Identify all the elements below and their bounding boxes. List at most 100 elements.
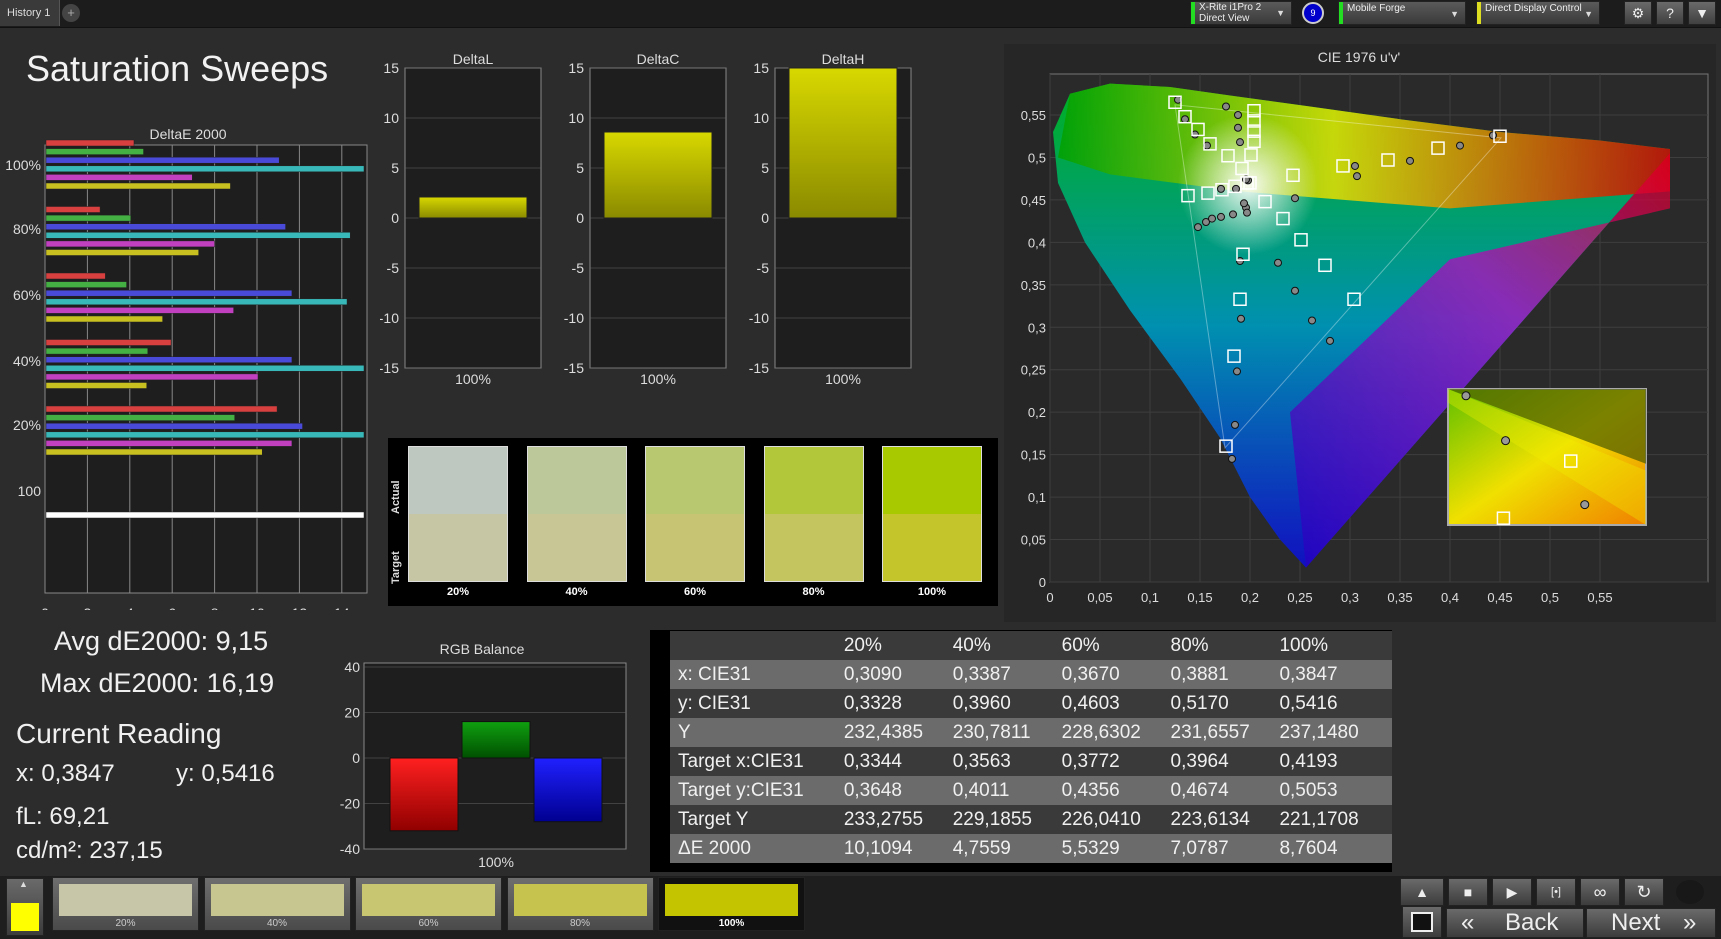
patch-button[interactable]: 100% <box>658 877 805 931</box>
deltae-bar <box>45 307 234 314</box>
next-button[interactable]: Next » <box>1586 908 1716 938</box>
refresh-button[interactable]: ↻ <box>1624 878 1664 906</box>
table-cell: 231,6557 <box>1170 721 1250 743</box>
delta-y-tick: 0 <box>576 210 584 226</box>
swatch-actual <box>883 447 981 514</box>
menu-button[interactable]: ▼ <box>1688 1 1716 25</box>
measured-point <box>1222 102 1230 111</box>
meter-dropdown[interactable]: X-Rite i1Pro 2 Direct View ▼ <box>1190 1 1292 25</box>
patch-button[interactable]: 40% <box>203 877 351 931</box>
deltae-x-tick: 0 <box>41 605 49 610</box>
swatch-actual <box>527 447 626 514</box>
deltae-bar <box>45 139 135 147</box>
deltae-group-label: 40% <box>13 353 41 369</box>
current-x: x: 0,3847 <box>16 760 115 787</box>
inset-measured-point <box>1580 500 1590 510</box>
rgb-balance-title: RGB Balance <box>440 641 525 657</box>
profile-dropdown[interactable]: Mobile Forge ▼ <box>1338 1 1466 25</box>
deltae-x-tick: 12 <box>292 605 308 610</box>
stop-square-icon <box>1411 912 1433 932</box>
deltae-bar <box>45 281 127 288</box>
table-cell: 0,3563 <box>952 750 1011 772</box>
deltae-bar <box>45 373 259 381</box>
cie-chart: CIE 1976 u'v' 0 0,05 0,1 0,15 0,2 0,25 0,3 0,35… <box>1004 44 1716 622</box>
patch-button[interactable]: 20% <box>52 877 199 931</box>
table-row: y: CIE31 0,3328 0,3960 0,4603 0,5170 0,5416 <box>670 689 1392 718</box>
deltae-bar <box>45 405 278 413</box>
measured-point <box>1229 210 1237 219</box>
stop-button[interactable]: ■ <box>1448 878 1488 906</box>
table-header-row: 20% 40% 60% 80% 100% <box>670 631 1392 660</box>
cie-y-tick: 0,2 <box>1028 405 1046 420</box>
deltae-x-tick: 14 <box>334 605 350 610</box>
patch-button[interactable]: 60% <box>355 877 502 931</box>
swatch-label: 100% <box>917 586 947 598</box>
rgb-bar-green <box>461 721 531 759</box>
rgb-y-tick: 40 <box>344 659 360 675</box>
table-cell: 5,5329 <box>1061 837 1120 859</box>
control-dropdown[interactable]: Direct Display Control ▼ <box>1476 1 1600 25</box>
deltae-bar <box>45 214 132 222</box>
profile-name: Mobile Forge <box>1347 3 1406 14</box>
loop-button[interactable]: ∞ <box>1580 878 1620 906</box>
table-cell: 232,4385 <box>843 721 924 743</box>
table-cell: 0,3772 <box>1061 750 1120 772</box>
table-row: Target y:CIE31 0,3648 0,4011 0,4356 0,4674 0,… <box>670 776 1392 805</box>
deltae-chart-title: DeltaE 2000 <box>149 126 226 142</box>
tab-history-1[interactable]: History 1 <box>0 0 60 26</box>
status-led <box>1676 880 1704 904</box>
loop-icon: ∞ <box>1593 882 1607 902</box>
table-row: Y 232,4385 230,7811 228,6302 231,6557 237,148… <box>670 718 1392 747</box>
measured-point <box>1353 172 1361 181</box>
delta-chart-title: DeltaH <box>822 51 865 67</box>
deltae-x-tick: 2 <box>84 605 92 610</box>
deltae-bar <box>45 249 199 256</box>
deltae-bar <box>45 440 293 447</box>
swatch-pair <box>526 446 627 582</box>
current-color-indicator[interactable]: ▲ <box>6 878 44 936</box>
measured-point <box>1456 141 1464 150</box>
table-header-cell: 60% <box>1061 634 1100 656</box>
data-table: 20% 40% 60% 80% 100% x: CIE31 0,3090 0,3387 0,3… <box>670 631 1392 863</box>
next-icon: » <box>1683 909 1697 936</box>
table-cell: 4,7559 <box>952 837 1011 859</box>
deltae-x-tick: 10 <box>249 605 265 610</box>
deltae-bar <box>45 448 263 456</box>
measured-point <box>1232 184 1240 193</box>
read-button[interactable]: [•] <box>1536 878 1576 906</box>
swatch-target <box>409 514 507 581</box>
actual-label: Actual <box>390 480 402 514</box>
deltae-bar <box>45 511 365 519</box>
delta-y-tick: 5 <box>761 160 769 176</box>
rgb-y-tick: -20 <box>340 796 360 812</box>
back-button[interactable]: « Back <box>1446 908 1584 938</box>
back-icon: « <box>1461 909 1475 936</box>
collapse-controls-button[interactable]: ▲ <box>1400 878 1444 906</box>
table-cell: 0,4674 <box>1170 779 1229 801</box>
deltae-bar <box>45 347 149 355</box>
target-label: Target <box>390 551 402 584</box>
delta-lch-charts: DeltaL 15 10 5 0 -5 -10 -15 100% DeltaC 15 10 5 0 -5 -1… <box>380 51 912 387</box>
play-button[interactable]: ▶ <box>1492 878 1532 906</box>
help-button[interactable]: ? <box>1656 1 1684 25</box>
stop-all-button[interactable] <box>1402 906 1442 938</box>
delta-y-tick: 5 <box>391 160 399 176</box>
delta-xlabel: 100% <box>640 371 676 387</box>
table-row-label: Target y:CIE31 <box>678 779 804 801</box>
patch-button[interactable]: 80% <box>506 877 654 931</box>
top-bar: History 1 + X-Rite i1Pro 2 Direct View ▼… <box>0 0 1721 28</box>
table-header-cell: 80% <box>1170 634 1209 656</box>
delta-y-tick: -5 <box>387 260 400 276</box>
table-header-cell: 20% <box>843 634 882 656</box>
series-badge[interactable]: 9 <box>1302 2 1324 24</box>
settings-button[interactable]: ⚙ <box>1624 1 1652 25</box>
gear-icon: ⚙ <box>1631 5 1645 21</box>
page-title: Saturation Sweeps <box>26 48 329 89</box>
delta-y-tick: 10 <box>753 110 769 126</box>
current-cdm2: cd/m²: 237,15 <box>16 837 163 864</box>
table-cell: 237,1480 <box>1279 721 1359 743</box>
add-tab-button[interactable]: + <box>62 4 80 22</box>
swatch-actual <box>409 447 507 514</box>
deltae-bar <box>45 182 231 190</box>
rgb-y-tick: -40 <box>340 841 360 857</box>
